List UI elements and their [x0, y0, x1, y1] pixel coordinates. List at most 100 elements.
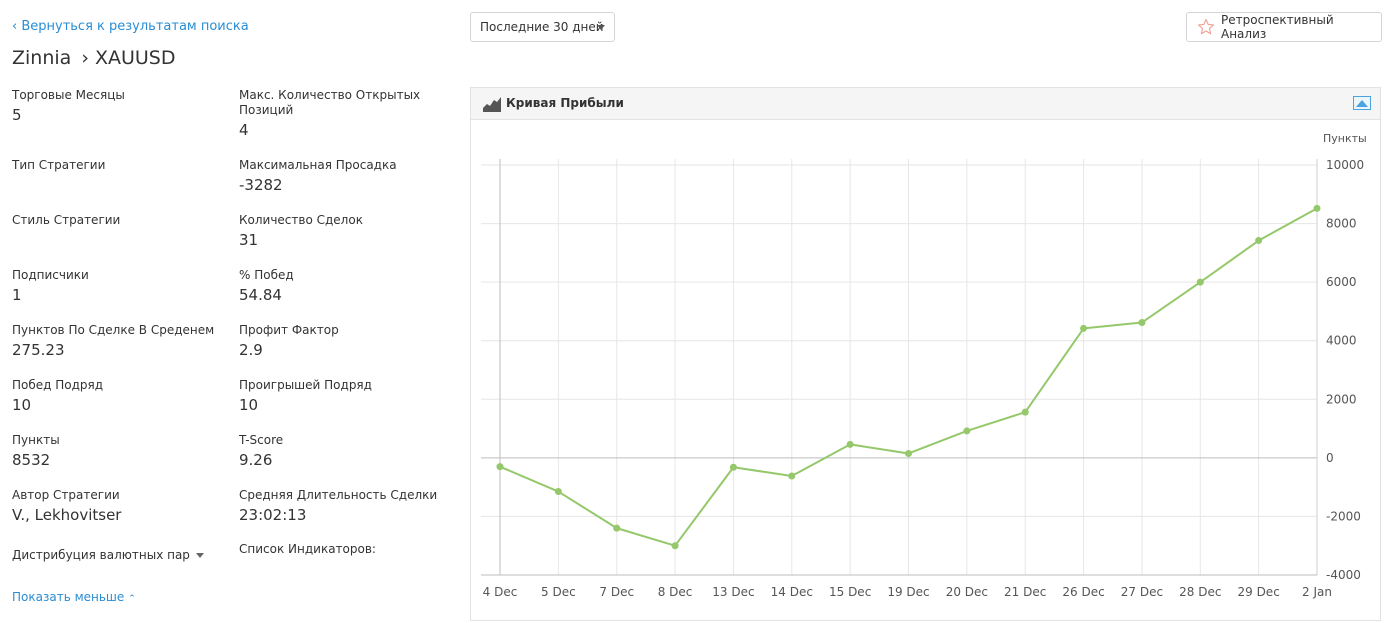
y-tick-label: 2000 [1326, 392, 1357, 406]
data-point [846, 440, 854, 448]
stat-avg-trade-duration: Средняя Длительность Сделки 23:02:13 [239, 488, 454, 524]
data-point [671, 542, 679, 550]
x-tick-label: 2 Jan [1302, 585, 1332, 599]
y-tick-label: 8000 [1326, 217, 1357, 231]
stat-value: 31 [239, 231, 259, 249]
strategy-page: ‹ Вернуться к результатам поиска Zinnia ›… [0, 0, 1386, 623]
stat-win-percent: % Побед 54.84 [239, 268, 454, 304]
y-tick-label: 10000 [1326, 158, 1364, 172]
x-tick-label: 7 Dec [599, 585, 634, 599]
caret-down-icon [195, 552, 204, 558]
stat-value: V., Lekhovitser [12, 506, 122, 524]
data-point [554, 488, 562, 496]
data-point [905, 449, 912, 457]
data-point [729, 463, 737, 471]
stat-max-drawdown: Максимальная Просадка -3282 [239, 158, 454, 194]
x-tick-label: 29 Dec [1237, 585, 1279, 599]
x-tick-label: 19 Dec [887, 585, 929, 599]
stat-trading-months: Торговые Месяцы 5 [12, 88, 227, 124]
x-tick-label: 20 Dec [946, 585, 988, 599]
y-tick-label: 4000 [1326, 334, 1357, 348]
stat-label: Побед Подряд [12, 378, 104, 392]
data-point [1255, 237, 1263, 245]
stat-value: 5 [12, 106, 22, 124]
stat-value: 1 [12, 286, 22, 304]
retrospective-analysis-button[interactable]: Ретроспективный Анализ [1186, 12, 1382, 42]
stat-label: Проигрышей Подряд [239, 378, 372, 392]
indicators-list-label: Список Индикаторов: [239, 542, 376, 556]
profit-curve-chart: 10000 8000 6000 4000 2000 0 -2000 -4000 Пункты 4 … [481, 132, 1367, 599]
x-tick-label: 14 Dec [771, 585, 813, 599]
stat-value: 4 [239, 121, 249, 139]
back-to-search-link[interactable]: ‹ Вернуться к результатам поиска [12, 19, 249, 34]
stat-strategy-type: Тип Стратегии [12, 158, 227, 176]
period-select-label: Последние 30 дней [480, 20, 604, 34]
y-tick-label: 6000 [1326, 275, 1357, 289]
stat-label: Автор Стратегии [12, 488, 120, 502]
stat-label: Тип Стратегии [12, 158, 106, 172]
data-point [1313, 204, 1321, 212]
caret-down-icon [597, 25, 605, 30]
stat-strategy-style: Стиль Стратегии [12, 213, 227, 231]
x-tick-label: 4 Dec [483, 585, 518, 599]
data-point [788, 472, 796, 480]
x-tick-label: 27 Dec [1121, 585, 1163, 599]
x-tick-label: 13 Dec [712, 585, 754, 599]
data-point [1196, 278, 1204, 286]
stat-label: Пункты [12, 433, 60, 447]
data-point [963, 427, 971, 435]
stat-losses-in-row: Проигрышей Подряд 10 [239, 378, 454, 414]
stat-max-open-positions: Макс. Количество Открытых Позиций 4 [239, 88, 439, 139]
y-axis-title: Пункты [1323, 132, 1367, 145]
strategy-name: Zinnia [12, 47, 72, 69]
page-title: Zinnia › XAUUSD [12, 47, 175, 69]
stat-label: Количество Сделок [239, 213, 363, 227]
stat-points: Пункты 8532 [12, 433, 227, 469]
stat-value: 10 [12, 396, 32, 414]
x-tick-label: 26 Dec [1062, 585, 1104, 599]
stat-label: Макс. Количество Открытых Позиций [239, 88, 421, 117]
stat-label: % Побед [239, 268, 294, 282]
data-point [496, 463, 504, 471]
show-less-link[interactable]: Показать меньше ⌃ [12, 590, 136, 604]
currency-distribution-toggle[interactable]: Дистрибуция валютных пар [12, 548, 204, 562]
stat-value: 23:02:13 [239, 506, 307, 524]
stat-label: Средняя Длительность Сделки [239, 488, 438, 502]
stat-value: 275.23 [12, 341, 65, 359]
star-outline-icon [1197, 18, 1215, 36]
stat-strategy-author: Автор Стратегии V., Lekhovitser [12, 488, 227, 524]
y-tick-label: -4000 [1326, 568, 1361, 582]
stat-label: Торговые Месяцы [12, 88, 125, 102]
stat-value: 54.84 [239, 286, 282, 304]
period-select[interactable]: Последние 30 дней [470, 12, 615, 42]
stat-t-score: T-Score 9.26 [239, 433, 454, 469]
profit-curve-panel: Кривая Прибыли 10000 8000 6000 4000 2000 0 -20… [470, 87, 1381, 621]
x-tick-label: 21 Dec [1004, 585, 1046, 599]
x-tick-label: 8 Dec [658, 585, 693, 599]
stat-profit-factor: Профит Фактор 2.9 [239, 323, 454, 359]
stat-label: Стиль Стратегии [12, 213, 121, 227]
strategy-symbol: › XAUUSD [81, 47, 176, 69]
x-tick-label: 15 Dec [829, 585, 871, 599]
data-point [1021, 408, 1029, 416]
stat-subscribers: Подписчики 1 [12, 268, 227, 304]
y-tick-label: -2000 [1326, 509, 1361, 523]
stat-value: -3282 [239, 176, 283, 194]
stat-value: 9.26 [239, 451, 273, 469]
stat-value: 10 [239, 396, 259, 414]
retrospective-analysis-label: Ретроспективный Анализ [1221, 13, 1334, 41]
currency-distribution-label: Дистрибуция валютных пар [12, 548, 190, 562]
data-point [1080, 324, 1088, 332]
show-less-label: Показать меньше [12, 590, 125, 604]
stat-avg-points-per-trade: Пунктов По Сделке В Среденем 275.23 [12, 323, 227, 359]
x-tick-label: 5 Dec [541, 585, 576, 599]
stat-trades-count: Количество Сделок 31 [239, 213, 454, 249]
data-point [1138, 319, 1146, 327]
stat-label: Подписчики [12, 268, 89, 282]
data-point [613, 524, 621, 532]
stat-wins-in-row: Побед Подряд 10 [12, 378, 227, 414]
stat-label: Пунктов По Сделке В Среденем [12, 323, 215, 337]
stat-value: 8532 [12, 451, 51, 469]
stat-label: T-Score [239, 433, 284, 447]
y-tick-label: 0 [1326, 451, 1334, 465]
